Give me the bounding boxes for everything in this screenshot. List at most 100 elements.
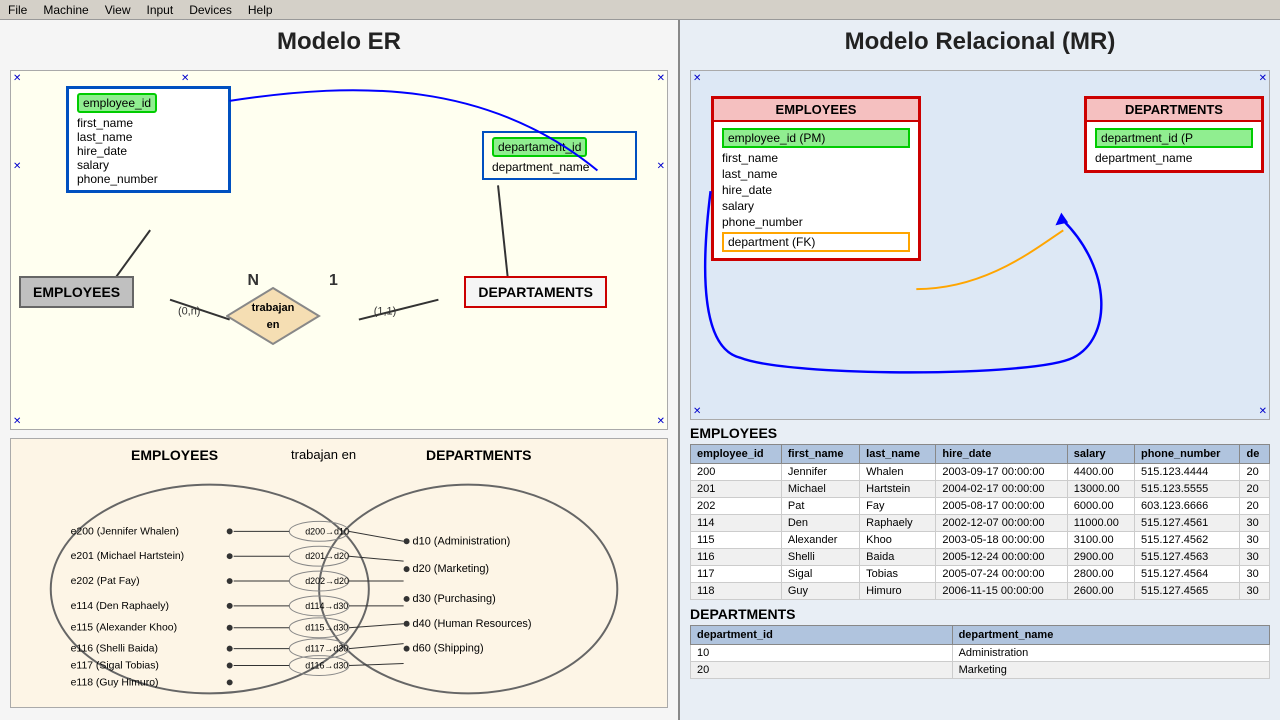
mr-cross-bl[interactable]: ✕: [693, 406, 701, 417]
emp-rel-hd: hire_date: [722, 182, 910, 198]
mr-cross-tl[interactable]: ✕: [693, 73, 701, 84]
svg-text:1: 1: [329, 272, 338, 289]
menu-input[interactable]: Input: [143, 1, 178, 19]
cross-br[interactable]: ✕: [657, 416, 665, 427]
menubar: File Machine View Input Devices Help: [0, 0, 1280, 20]
right-panel: Modelo Relacional (MR) ✕ ✕ ✕ ✕ EMPLOYEES…: [680, 20, 1280, 720]
svg-text:e116 (Shelli Baida): e116 (Shelli Baida): [71, 644, 158, 655]
menu-view[interactable]: View: [101, 1, 135, 19]
col-dept: de: [1240, 445, 1270, 464]
svg-text:d40 (Human Resources): d40 (Human Resources): [413, 618, 532, 630]
table-row: 114DenRaphaely2002-12-07 00:00:0011000.0…: [691, 515, 1270, 532]
mr-cross-br[interactable]: ✕: [1259, 406, 1267, 417]
departments-rel-header: DEPARTMENTS: [1087, 99, 1261, 122]
table-row: 10Administration: [691, 645, 1270, 662]
svg-text:e115 (Alexander Khoo): e115 (Alexander Khoo): [71, 623, 177, 634]
svg-text:e200 (Jennifer Whalen): e200 (Jennifer Whalen): [71, 526, 179, 537]
table-row: 117SigalTobias2005-07-24 00:00:002800.00…: [691, 566, 1270, 583]
svg-text:e114 (Den Raphaely): e114 (Den Raphaely): [71, 601, 169, 612]
mr-diagram: ✕ ✕ ✕ ✕ EMPLOYEES employee_id (PM) first…: [690, 70, 1270, 420]
left-panel: Modelo ER ✕ ✕ ✕ ✕ ✕ ✕ ✕ employee_id firs…: [0, 20, 680, 720]
svg-text:trabajan: trabajan: [252, 302, 295, 314]
svg-text:d60 (Shipping): d60 (Shipping): [413, 643, 484, 655]
menu-file[interactable]: File: [4, 1, 31, 19]
emp-rel-phone: phone_number: [722, 214, 910, 230]
dept-pk: departament_id: [492, 137, 587, 157]
venn-title-trabajan: trabajan en: [291, 447, 356, 462]
col-salary: salary: [1067, 445, 1134, 464]
employees-rel-header: EMPLOYEES: [714, 99, 918, 122]
menu-machine[interactable]: Machine: [39, 1, 92, 19]
dept-field-name: department_name: [492, 160, 627, 174]
svg-text:d20 (Marketing): d20 (Marketing): [413, 563, 490, 575]
menu-devices[interactable]: Devices: [185, 1, 236, 19]
svg-text:e117 (Sigal Tobias): e117 (Sigal Tobias): [71, 661, 159, 672]
col-phone: phone_number: [1134, 445, 1239, 464]
table-row: 20Marketing: [691, 662, 1270, 679]
col-firstname: first_name: [781, 445, 859, 464]
departments-table-title: DEPARTMENTS: [690, 606, 1270, 622]
er-title: Modelo ER: [0, 20, 678, 64]
field-salary: salary: [77, 158, 220, 172]
svg-text:d10 (Administration): d10 (Administration): [413, 535, 511, 547]
field-firstname: first_name: [77, 116, 220, 130]
col-deptname: department_name: [952, 626, 1269, 645]
employees-rel-box: EMPLOYEES employee_id (PM) first_name la…: [711, 96, 921, 261]
employees-rect: EMPLOYEES: [19, 276, 134, 308]
table-row: 118GuyHimuro2006-11-15 00:00:002600.0051…: [691, 583, 1270, 600]
employee-entity-box: employee_id first_name last_name hire_da…: [66, 86, 231, 193]
svg-text:d202→d20: d202→d20: [305, 576, 349, 586]
venn-svg: e200 (Jennifer Whalen) e201 (Michael Har…: [11, 469, 667, 708]
svg-text:d114→d30: d114→d30: [305, 601, 348, 611]
er-diagram: ✕ ✕ ✕ ✕ ✕ ✕ ✕ employee_id first_name las…: [10, 70, 668, 430]
dept-entity-box: departament_id department_name: [482, 131, 637, 180]
col-empid: employee_id: [691, 445, 782, 464]
venn-area: EMPLOYEES trabajan en DEPARTMENTS e200 (…: [10, 438, 668, 708]
venn-title-departments: DEPARTMENTS: [426, 447, 532, 463]
svg-text:d116→d30: d116→d30: [305, 661, 348, 671]
field-lastname: last_name: [77, 130, 220, 144]
svg-text:d117→d30: d117→d30: [305, 644, 348, 654]
emp-rel-sal: salary: [722, 198, 910, 214]
mr-title: Modelo Relacional (MR): [680, 20, 1280, 64]
col-lastname: last_name: [860, 445, 936, 464]
main-container: Modelo ER ✕ ✕ ✕ ✕ ✕ ✕ ✕ employee_id firs…: [0, 20, 1280, 720]
emp-rel-fk: department (FK): [722, 232, 910, 252]
data-tables-section: EMPLOYEES employee_id first_name last_na…: [690, 425, 1270, 679]
cross-tm[interactable]: ✕: [181, 73, 189, 84]
emp-rel-fn: first_name: [722, 150, 910, 166]
employees-table: employee_id first_name last_name hire_da…: [690, 444, 1270, 600]
cross-ml[interactable]: ✕: [13, 161, 21, 172]
table-row: 200JenniferWhalen2003-09-17 00:00:004400…: [691, 464, 1270, 481]
venn-title-employees: EMPLOYEES: [131, 447, 218, 463]
svg-text:d200→d10: d200→d10: [305, 526, 349, 536]
departments-table: department_id department_name 10Administ…: [690, 625, 1270, 679]
diamond-svg: trabajan en: [226, 286, 321, 346]
table-row: 115AlexanderKhoo2003-05-18 00:00:003100.…: [691, 532, 1270, 549]
relationship-container: trabajan en: [226, 286, 321, 346]
departments-rect: DEPARTAMENTS: [464, 276, 607, 308]
svg-text:(1,1): (1,1): [374, 306, 396, 318]
dept-rel-name: department_name: [1095, 150, 1253, 166]
svg-text:d30 (Purchasing): d30 (Purchasing): [413, 593, 496, 605]
emp-rel-ln: last_name: [722, 166, 910, 182]
mr-cross-tr[interactable]: ✕: [1259, 73, 1267, 84]
cross-tl[interactable]: ✕: [13, 73, 21, 84]
svg-text:en: en: [267, 319, 280, 331]
cross-mr[interactable]: ✕: [657, 161, 665, 172]
svg-text:e201 (Michael Hartstein): e201 (Michael Hartstein): [71, 551, 185, 562]
table-row: 201MichaelHartstein2004-02-17 00:00:0013…: [691, 481, 1270, 498]
field-hiredate: hire_date: [77, 144, 220, 158]
svg-text:d201→d20: d201→d20: [305, 551, 349, 561]
cross-bl[interactable]: ✕: [13, 416, 21, 427]
field-phone: phone_number: [77, 172, 220, 186]
col-hiredate: hire_date: [936, 445, 1067, 464]
table-row: 202PatFay2005-08-17 00:00:006000.00603.1…: [691, 498, 1270, 515]
employee-pk: employee_id: [77, 93, 157, 113]
col-deptid: department_id: [691, 626, 953, 645]
emp-rel-pk: employee_id (PM): [722, 128, 910, 148]
cross-tr[interactable]: ✕: [657, 73, 665, 84]
employees-table-title: EMPLOYEES: [690, 425, 1270, 441]
svg-text:(0,n): (0,n): [178, 306, 200, 318]
menu-help[interactable]: Help: [244, 1, 277, 19]
